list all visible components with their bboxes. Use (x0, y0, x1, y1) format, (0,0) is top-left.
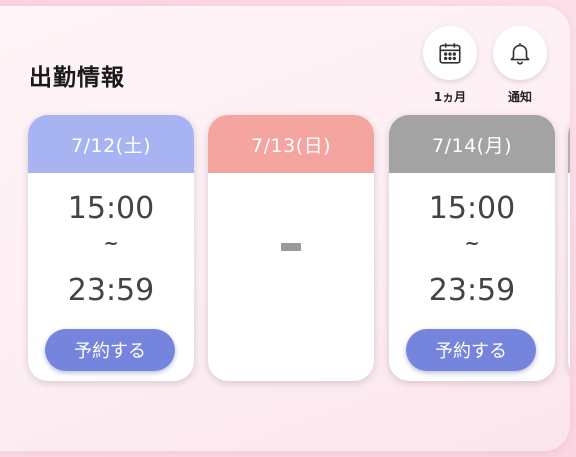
day-card-date: 7/13(日) (208, 115, 374, 173)
reserve-button[interactable]: 予約する (45, 329, 175, 371)
start-time: 15:00 (428, 191, 516, 226)
month-view-button[interactable]: 1ヵ月 (422, 26, 478, 105)
time-separator: ~ (103, 233, 119, 254)
month-button-label: 1ヵ月 (433, 90, 467, 104)
day-card: 7/14(月) 15:00 ~ 23:59 予約する (389, 115, 555, 381)
calendar-icon (439, 43, 461, 64)
day-card-body: 15:00 ~ 23:59 予約する (28, 173, 194, 381)
end-time: 23:59 (428, 273, 516, 308)
day-card-date: 7/14(月) (389, 115, 555, 173)
day-card: 7/12(土) 15:00 ~ 23:59 予約する (28, 115, 194, 381)
day-card-body (208, 173, 374, 381)
time-separator: ~ (464, 233, 480, 254)
bell-icon (510, 43, 530, 65)
day-card-date: 7/12(土) (28, 115, 194, 173)
section-title: 出勤情報 (29, 65, 125, 91)
notification-button-label: 通知 (507, 90, 532, 104)
day-card: 7/13(日) (208, 115, 374, 381)
day-card-partial[interactable] (568, 115, 570, 381)
notification-button-circle[interactable] (493, 26, 547, 80)
end-time: 23:59 (67, 273, 155, 308)
month-button-circle[interactable] (423, 26, 477, 80)
no-shift-mark (281, 243, 301, 251)
day-card-body: 15:00 ~ 23:59 予約する (389, 173, 555, 381)
day-card-partial-header (568, 115, 570, 173)
reserve-button[interactable]: 予約する (406, 329, 536, 371)
schedule-panel: 出勤情報 1ヵ月 通知 7/12(土) 15:00 ~ 23:59 予約する 7… (0, 6, 570, 451)
start-time: 15:00 (67, 191, 155, 226)
notification-button[interactable]: 通知 (492, 26, 548, 105)
